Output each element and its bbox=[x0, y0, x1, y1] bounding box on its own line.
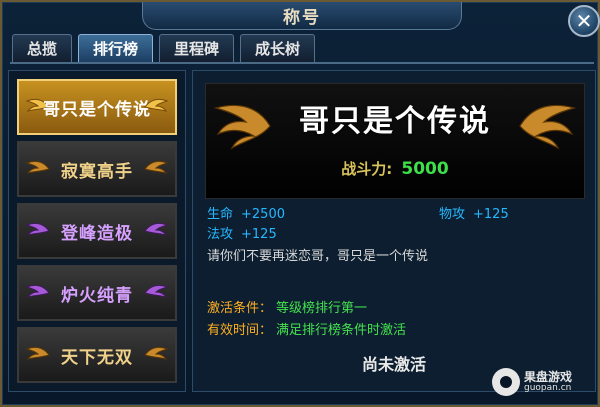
title-detail-panel: 哥只是个传说 战斗力: 5000 生命 +2500 物攻 +125 法攻 +125 请… bbox=[192, 70, 596, 392]
wing-left-icon bbox=[25, 222, 50, 236]
title-item-legend[interactable]: 哥只是个传说 bbox=[17, 79, 177, 135]
title-item-label: 天下无双 bbox=[61, 347, 133, 368]
tab-divider bbox=[10, 62, 594, 64]
watermark-en: guopan.cn bbox=[524, 382, 572, 393]
title-list: 哥只是个传说 寂寞高手 登峰造极 炉火纯青 天下无双 bbox=[8, 70, 186, 392]
title-banner: 哥只是个传说 战斗力: 5000 bbox=[205, 83, 585, 199]
stat-physical-attack: 物攻 +125 bbox=[439, 203, 509, 222]
activation-condition: 激活条件： 等级榜排行第一 bbox=[207, 297, 367, 316]
game-window: 称号 ✕ 总揽 排行榜 里程碑 成长树 哥只是个传说 寂寞高手 登峰造极 炉火纯… bbox=[0, 0, 600, 407]
close-icon: ✕ bbox=[575, 9, 593, 33]
condition-value: 满足排行榜条件时激活 bbox=[276, 323, 407, 338]
tab-label: 总揽 bbox=[27, 40, 58, 58]
wing-right-icon bbox=[144, 222, 169, 236]
title-item-label: 寂寞高手 bbox=[61, 161, 133, 182]
stat-hp: 生命 +2500 bbox=[207, 203, 285, 222]
title-item-lonely-master[interactable]: 寂寞高手 bbox=[17, 141, 177, 197]
title-item-masterful[interactable]: 炉火纯青 bbox=[17, 265, 177, 321]
wing-left-icon bbox=[25, 160, 50, 174]
validity-period: 有效时间： 满足排行榜条件时激活 bbox=[207, 319, 406, 338]
wing-right-icon bbox=[144, 346, 169, 360]
tab-milestone[interactable]: 里程碑 bbox=[159, 34, 235, 62]
tab-label: 排行榜 bbox=[93, 40, 139, 58]
tab-label: 成长树 bbox=[255, 40, 301, 58]
watermark-cn: 果盘游戏 bbox=[524, 369, 573, 384]
stat-key: 生命 bbox=[207, 207, 234, 222]
combat-power-value: 5000 bbox=[401, 159, 449, 179]
wing-right-icon bbox=[144, 284, 169, 298]
title-item-label: 炉火纯青 bbox=[61, 285, 133, 306]
stat-key: 法攻 bbox=[207, 227, 234, 242]
combat-power: 战斗力: 5000 bbox=[206, 158, 584, 179]
title-item-unrivaled[interactable]: 天下无双 bbox=[17, 327, 177, 383]
title-item-label: 哥只是个传说 bbox=[43, 99, 151, 120]
banner-wing-right-icon bbox=[519, 104, 576, 150]
title-item-peak[interactable]: 登峰造极 bbox=[17, 203, 177, 259]
wing-right-icon bbox=[144, 160, 169, 174]
stat-value: +125 bbox=[241, 227, 277, 242]
wing-left-icon bbox=[25, 346, 50, 360]
condition-label: 有效时间： bbox=[207, 323, 273, 338]
window-title: 称号 bbox=[283, 8, 321, 28]
close-button[interactable]: ✕ bbox=[568, 5, 600, 37]
stat-magic-attack: 法攻 +125 bbox=[207, 223, 277, 242]
wing-right-icon bbox=[144, 98, 169, 112]
title-description: 请你们不要再迷恋哥，哥只是一个传说 bbox=[207, 249, 429, 264]
watermark-logo-icon bbox=[492, 368, 520, 396]
watermark-text: 果盘游戏 guopan.cn bbox=[524, 371, 572, 393]
wing-left-icon bbox=[25, 284, 50, 298]
condition-label: 激活条件： bbox=[207, 301, 273, 316]
title-item-label: 登峰造极 bbox=[61, 223, 133, 244]
tab-growth-tree[interactable]: 成长树 bbox=[240, 34, 316, 62]
tab-bar: 总揽 排行榜 里程碑 成长树 bbox=[12, 34, 316, 62]
window-title-bar: 称号 bbox=[142, 2, 462, 30]
tab-overview[interactable]: 总揽 bbox=[12, 34, 73, 62]
site-watermark: 果盘游戏 guopan.cn bbox=[492, 365, 590, 399]
tab-label: 里程碑 bbox=[174, 40, 220, 58]
tab-ranking[interactable]: 排行榜 bbox=[78, 34, 154, 62]
stat-key: 物攻 bbox=[439, 207, 466, 222]
stat-value: +125 bbox=[473, 207, 509, 222]
condition-value: 等级榜排行第一 bbox=[276, 301, 368, 316]
combat-power-label: 战斗力: bbox=[341, 160, 393, 178]
stat-value: +2500 bbox=[241, 207, 285, 222]
